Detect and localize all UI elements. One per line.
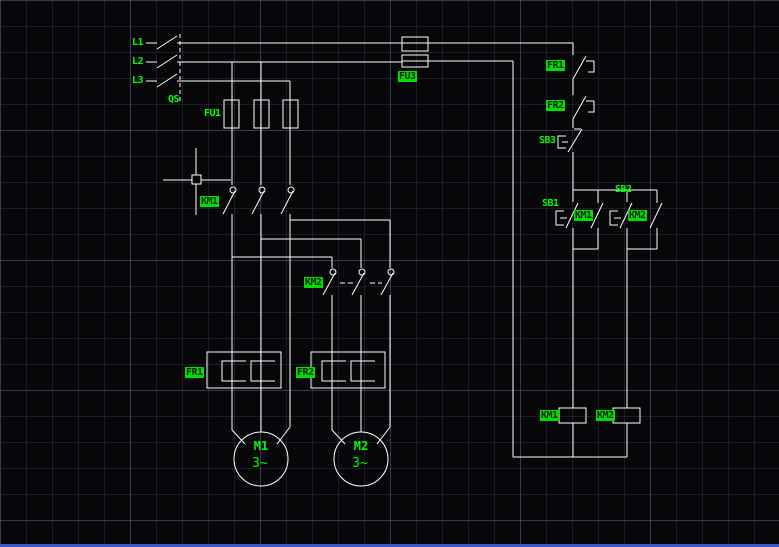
circuit-drawing xyxy=(146,34,663,487)
label-km2-coil[interactable]: KM2 xyxy=(596,410,615,421)
main-circuit-wires[interactable] xyxy=(231,214,391,427)
label-km1-coil[interactable]: KM1 xyxy=(540,410,559,421)
fr1-nc-contact[interactable] xyxy=(572,55,595,95)
km1-aux-contact[interactable] xyxy=(590,190,604,249)
fr2-nc-contact[interactable] xyxy=(572,95,595,128)
motor-m2[interactable] xyxy=(331,388,391,487)
km2-main-contacts[interactable] xyxy=(322,268,395,427)
fu3-control-fuses[interactable] xyxy=(401,36,429,68)
control-branch-wires[interactable] xyxy=(513,189,657,458)
label-km2-aux[interactable]: KM2 xyxy=(628,210,647,221)
label-km1-main[interactable]: KM1 xyxy=(200,196,219,207)
label-l1[interactable]: L1 xyxy=(132,37,144,48)
fu1-fuse-group[interactable] xyxy=(223,99,299,185)
label-sb3[interactable]: SB3 xyxy=(539,135,556,146)
cad-pickbox xyxy=(191,174,202,185)
label-km2-main[interactable]: KM2 xyxy=(304,277,323,288)
label-motor1-name[interactable]: M1 xyxy=(254,440,268,453)
cad-canvas[interactable]: L1 L2 L3 QS FU1 SB3 SB1 SB2 FU3 KM1 KM2 … xyxy=(0,0,779,547)
power-supply-wires[interactable] xyxy=(177,42,574,457)
label-fu3[interactable]: FU3 xyxy=(398,71,417,82)
label-sb1[interactable]: SB1 xyxy=(542,198,559,209)
label-fr2-ctrl[interactable]: FR2 xyxy=(546,100,565,111)
label-motor2-type[interactable]: 3~ xyxy=(352,457,368,470)
label-l2[interactable]: L2 xyxy=(132,56,144,67)
label-fr1-ctrl[interactable]: FR1 xyxy=(546,60,565,71)
km2-aux-contact[interactable] xyxy=(649,190,663,249)
km1-coil[interactable] xyxy=(558,407,587,424)
label-qs[interactable]: QS xyxy=(168,94,180,105)
label-motor2-name[interactable]: M2 xyxy=(354,440,368,453)
label-l3[interactable]: L3 xyxy=(132,75,144,86)
fr2-overload-relay[interactable] xyxy=(310,351,386,389)
label-fu1[interactable]: FU1 xyxy=(204,108,221,119)
label-km1-aux[interactable]: KM1 xyxy=(574,210,593,221)
km2-coil[interactable] xyxy=(612,407,641,424)
label-sb2[interactable]: SB2 xyxy=(615,184,632,195)
sb3-stop-button[interactable] xyxy=(557,128,583,190)
cad-crosshair-cursor xyxy=(163,148,231,215)
km1-main-contacts[interactable] xyxy=(222,186,295,215)
fr1-overload-relay[interactable] xyxy=(206,351,282,389)
label-motor1-type[interactable]: 3~ xyxy=(252,457,268,470)
label-fr1-main[interactable]: FR1 xyxy=(185,367,204,378)
label-fr2-main[interactable]: FR2 xyxy=(296,367,315,378)
motor-m1[interactable] xyxy=(231,388,291,487)
